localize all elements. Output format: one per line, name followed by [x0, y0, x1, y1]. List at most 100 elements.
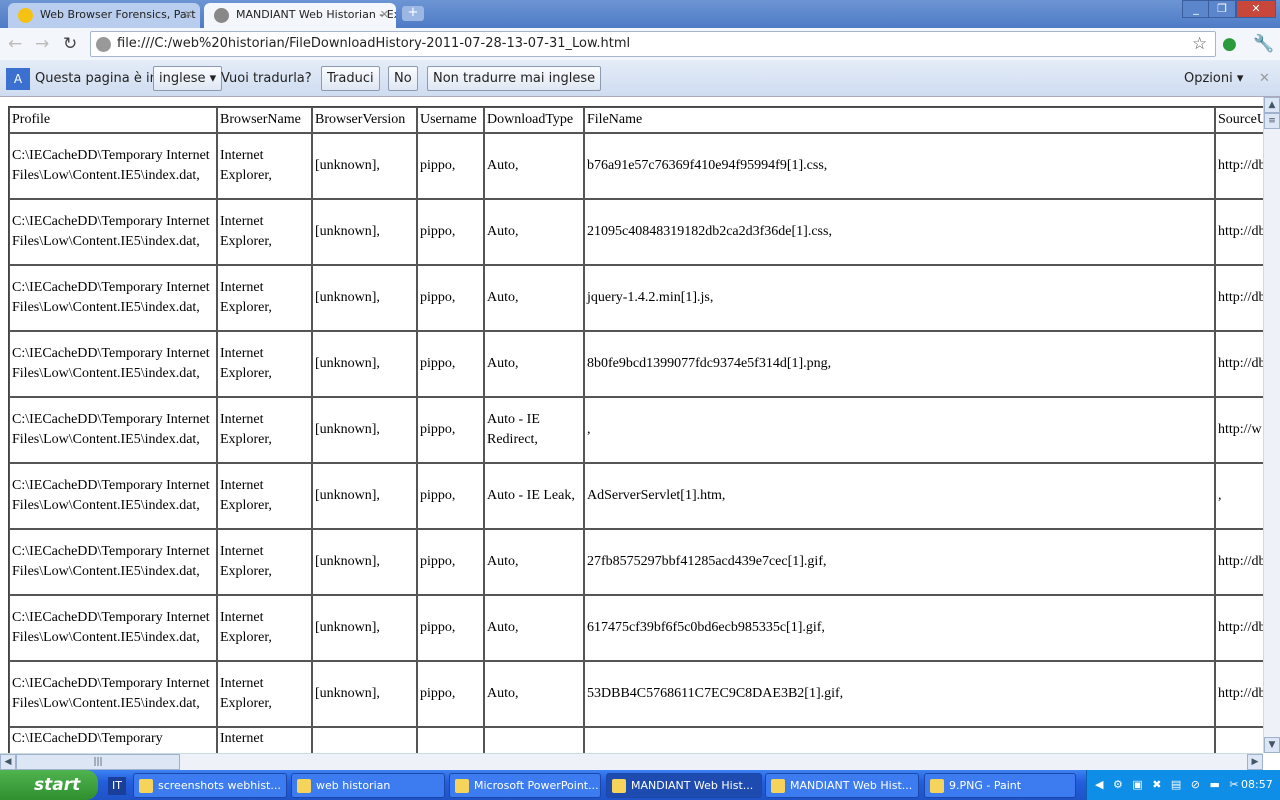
- cell-profile: C:\IECacheDD\Temporary Internet Files\Lo…: [9, 133, 217, 199]
- taskbar-item-label: screenshots webhist...: [158, 779, 281, 792]
- taskbar-item-label: web historian: [316, 779, 391, 792]
- scroll-right-arrow[interactable]: ▶: [1247, 754, 1263, 770]
- cell-browser-name: Internet Explorer,: [217, 265, 312, 331]
- cell-source-url: http://db: [1215, 265, 1263, 331]
- table-row: C:\IECacheDD\Temporary Internet Files\Lo…: [9, 463, 1263, 529]
- cell-browser-name: Internet Explorer,: [217, 595, 312, 661]
- language-value: inglese: [159, 71, 206, 86]
- download-history-table: Profile BrowserName BrowserVersion Username…: [8, 106, 1263, 753]
- cell-file-name: ,: [584, 397, 1215, 463]
- translate-icon: A: [6, 68, 30, 90]
- table-row: C:\IECacheDD\Temporary Internet Files\Lo…: [9, 529, 1263, 595]
- cell-browser-version: [unknown],: [312, 397, 417, 463]
- table-row: C:\IECacheDD\Temporary Internet: [9, 727, 1263, 753]
- minimize-button[interactable]: _: [1182, 0, 1210, 18]
- url-text: file:///C:/web%20historian/FileDownloadH…: [117, 36, 631, 51]
- cell-profile: C:\IECacheDD\Temporary Internet Files\Lo…: [9, 595, 217, 661]
- forward-icon[interactable]: →: [35, 34, 49, 54]
- scroll-up-arrow[interactable]: ▲: [1264, 97, 1280, 113]
- tab-web-browser-forensics[interactable]: Web Browser Forensics, Part ✕: [8, 3, 200, 28]
- taskbar-item[interactable]: screenshots webhist...: [133, 773, 287, 798]
- taskbar: start IT screenshots webhist... web histo…: [0, 770, 1280, 800]
- cell-browser-name: Internet Explorer,: [217, 529, 312, 595]
- close-tab-icon[interactable]: ✕: [380, 8, 389, 21]
- app-icon: [139, 779, 153, 793]
- column-header: BrowserName: [217, 107, 312, 133]
- cell-browser-name: Internet Explorer,: [217, 397, 312, 463]
- close-tab-icon[interactable]: ✕: [184, 8, 193, 21]
- translate-prompt: Questa pagina è in: [35, 71, 158, 86]
- cell-file-name: AdServerServlet[1].htm,: [584, 463, 1215, 529]
- cell-username: [417, 727, 484, 753]
- vertical-scroll-thumb[interactable]: ≡: [1264, 113, 1280, 129]
- cell-profile: C:\IECacheDD\Temporary Internet Files\Lo…: [9, 661, 217, 727]
- wrench-menu-icon[interactable]: 🔧: [1253, 34, 1274, 54]
- horizontal-scroll-thumb[interactable]: |||: [16, 754, 180, 770]
- translate-bar: A Questa pagina è in inglese ▾ Vuoi trad…: [0, 60, 1280, 97]
- taskbar-item[interactable]: MANDIANT Web Hist...: [606, 773, 762, 798]
- cell-username: pippo,: [417, 595, 484, 661]
- cell-profile: C:\IECacheDD\Temporary Internet Files\Lo…: [9, 199, 217, 265]
- table-row: C:\IECacheDD\Temporary Internet Files\Lo…: [9, 133, 1263, 199]
- horizontal-scrollbar[interactable]: ◀ ||| ▶: [0, 753, 1263, 770]
- start-label: start: [34, 775, 81, 795]
- cell-source-url: ,: [1215, 463, 1263, 529]
- table-row: C:\IECacheDD\Temporary Internet Files\Lo…: [9, 397, 1263, 463]
- chevron-down-icon: ▾: [209, 71, 217, 86]
- bookmark-star-icon[interactable]: ☆: [1192, 34, 1207, 54]
- globe-icon: [214, 8, 229, 23]
- options-menu[interactable]: Opzioni ▾: [1184, 71, 1243, 86]
- cell-download-type: Auto,: [484, 133, 584, 199]
- cell-username: pippo,: [417, 199, 484, 265]
- address-bar[interactable]: file:///C:/web%20historian/FileDownloadH…: [90, 31, 1216, 57]
- language-select[interactable]: inglese ▾: [153, 66, 223, 91]
- cell-download-type: [484, 727, 584, 753]
- column-header: DownloadType: [484, 107, 584, 133]
- tab-mandiant-web-historian[interactable]: MANDIANT Web Historian - Ex ✕: [204, 3, 396, 28]
- taskbar-item[interactable]: 9.PNG - Paint: [924, 773, 1076, 798]
- never-translate-button[interactable]: Non tradurre mai inglese: [427, 66, 602, 91]
- taskbar-item-label: Microsoft PowerPoint...: [474, 779, 599, 792]
- cell-browser-version: [unknown],: [312, 463, 417, 529]
- close-translate-bar-icon[interactable]: ✕: [1259, 71, 1270, 86]
- cell-file-name: b76a91e57c76369f410e94f95994f9[1].css,: [584, 133, 1215, 199]
- cell-browser-version: [unknown],: [312, 661, 417, 727]
- cell-download-type: Auto,: [484, 331, 584, 397]
- table-row: C:\IECacheDD\Temporary Internet Files\Lo…: [9, 265, 1263, 331]
- reload-icon[interactable]: ↻: [63, 34, 77, 54]
- start-button[interactable]: start: [0, 770, 98, 800]
- skype-extension-icon[interactable]: ●: [1222, 34, 1237, 54]
- cell-download-type: Auto - IE Leak,: [484, 463, 584, 529]
- cell-username: pippo,: [417, 463, 484, 529]
- vertical-scrollbar[interactable]: ▲ ≡ ▼: [1263, 97, 1280, 753]
- cell-source-url: http://db: [1215, 199, 1263, 265]
- tray-icons[interactable]: ◀ ⚙ ▣ ✖ ▤ ⊘ ▬ ✂: [1095, 778, 1242, 791]
- no-button[interactable]: No: [388, 66, 418, 91]
- column-header: Username: [417, 107, 484, 133]
- restore-button[interactable]: ❐: [1208, 0, 1236, 18]
- cell-profile: C:\IECacheDD\Temporary: [9, 727, 217, 753]
- close-window-button[interactable]: ✕: [1236, 0, 1276, 18]
- cell-browser-version: [unknown],: [312, 529, 417, 595]
- cell-source-url: http://db: [1215, 529, 1263, 595]
- translate-button[interactable]: Traduci: [321, 66, 380, 91]
- scroll-left-arrow[interactable]: ◀: [0, 754, 16, 770]
- language-indicator[interactable]: IT: [108, 777, 126, 795]
- scroll-down-arrow[interactable]: ▼: [1264, 737, 1280, 753]
- cell-browser-name: Internet Explorer,: [217, 199, 312, 265]
- cell-username: pippo,: [417, 331, 484, 397]
- taskbar-item-label: 9.PNG - Paint: [949, 779, 1022, 792]
- taskbar-item[interactable]: web historian: [291, 773, 445, 798]
- cell-file-name: 27fb8575297bbf41285acd439e7cec[1].gif,: [584, 529, 1215, 595]
- cell-username: pippo,: [417, 133, 484, 199]
- cell-profile: C:\IECacheDD\Temporary Internet Files\Lo…: [9, 331, 217, 397]
- globe-icon: [96, 37, 111, 52]
- new-tab-button[interactable]: +: [402, 6, 424, 21]
- taskbar-item[interactable]: Microsoft PowerPoint...: [449, 773, 601, 798]
- taskbar-item[interactable]: MANDIANT Web Hist...: [765, 773, 919, 798]
- cell-file-name: 617475cf39bf6f5c0bd6ecb985335c[1].gif,: [584, 595, 1215, 661]
- cell-browser-version: [unknown],: [312, 199, 417, 265]
- back-icon[interactable]: ←: [8, 34, 22, 54]
- table-row: C:\IECacheDD\Temporary Internet Files\Lo…: [9, 661, 1263, 727]
- app-icon: [297, 779, 311, 793]
